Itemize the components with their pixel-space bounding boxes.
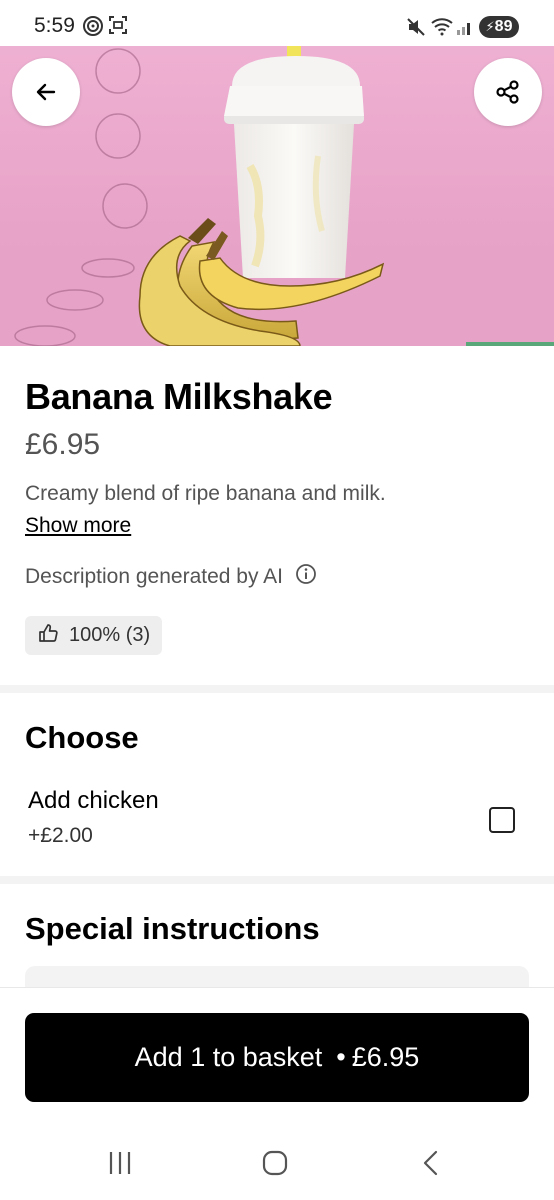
thumbs-up-icon bbox=[37, 622, 59, 650]
system-nav-bar bbox=[0, 1130, 554, 1200]
add-to-basket-label: Add 1 to basket bbox=[134, 1042, 323, 1072]
section-divider bbox=[0, 876, 554, 884]
mute-icon bbox=[406, 17, 426, 42]
back-button[interactable] bbox=[12, 58, 80, 126]
choose-section-title: Choose bbox=[25, 720, 139, 755]
option-price: +£2.00 bbox=[28, 824, 93, 847]
product-title: Banana Milkshake bbox=[25, 376, 333, 417]
section-divider bbox=[0, 685, 554, 693]
product-description: Creamy blend of ripe banana and milk. bbox=[25, 482, 386, 505]
arrow-left-icon bbox=[34, 80, 58, 104]
charging-icon: ⚡ bbox=[485, 19, 495, 34]
rating-text: 100% (3) bbox=[69, 624, 151, 646]
back-icon[interactable] bbox=[420, 1150, 440, 1181]
status-bar: 5:59 ⚡89 bbox=[0, 0, 554, 46]
radar-icon bbox=[82, 15, 104, 42]
rating-badge: 100% (3) bbox=[25, 616, 163, 655]
battery-level: 89 bbox=[494, 18, 513, 35]
home-icon[interactable] bbox=[262, 1150, 288, 1181]
signal-icon bbox=[456, 18, 474, 41]
recents-icon[interactable] bbox=[108, 1150, 132, 1181]
share-button[interactable] bbox=[474, 58, 542, 126]
option-label: Add chicken bbox=[28, 787, 159, 814]
share-icon bbox=[495, 79, 521, 105]
milkshake-photo bbox=[0, 46, 554, 346]
add-chicken-checkbox[interactable] bbox=[489, 807, 515, 833]
show-more-link[interactable]: Show more bbox=[25, 514, 131, 538]
add-to-basket-price: £6.95 bbox=[351, 1042, 420, 1072]
product-image bbox=[0, 46, 554, 346]
status-time: 5:59 bbox=[34, 14, 75, 37]
special-instructions-title: Special instructions bbox=[25, 911, 320, 946]
add-to-basket-button[interactable]: Add 1 to basket • £6.95 bbox=[25, 1013, 529, 1102]
product-price: £6.95 bbox=[25, 428, 101, 461]
ai-description-note: Description generated by AI bbox=[25, 563, 317, 591]
price-separator: • bbox=[336, 1042, 346, 1072]
ai-note-text: Description generated by AI bbox=[25, 565, 283, 588]
wifi-icon bbox=[430, 16, 454, 41]
battery-indicator: ⚡89 bbox=[479, 16, 519, 38]
screenshot-icon bbox=[108, 15, 128, 40]
info-icon[interactable] bbox=[295, 563, 317, 591]
